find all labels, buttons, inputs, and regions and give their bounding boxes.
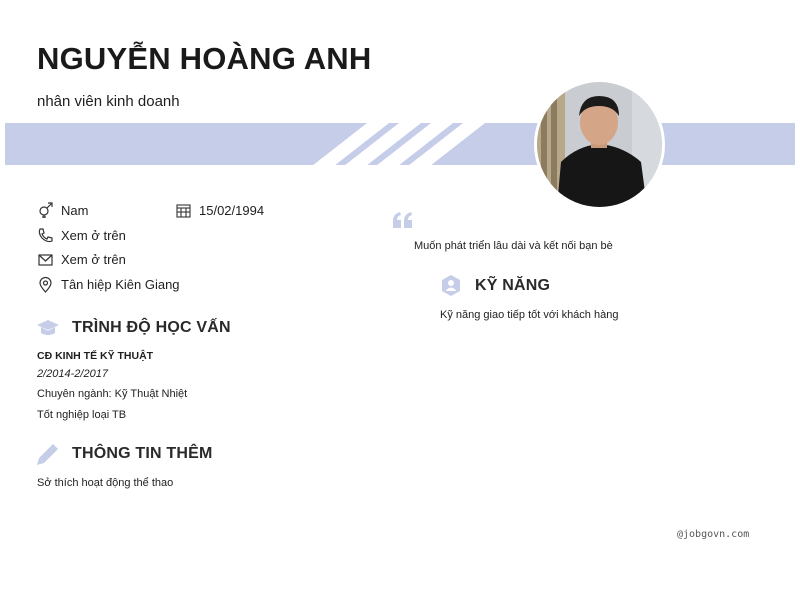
birthday-row: 15/02/1994 (175, 202, 264, 219)
skills-heading: KỸ NĂNG (439, 274, 550, 298)
graduation-cap-icon (36, 316, 60, 340)
watermark: @jobgovn.com (677, 529, 750, 540)
gender-icon (37, 202, 54, 219)
phone-value: Xem ở trên (61, 228, 126, 243)
study-period: 2/2014-2/2017 (37, 368, 108, 380)
quote-icon (393, 212, 413, 228)
job-title: nhân viên kinh doanh (37, 93, 180, 110)
skill-item: Kỹ năng giao tiếp tốt với khách hàng (440, 309, 619, 321)
header-band (5, 123, 795, 165)
skills-badge-icon (439, 274, 463, 298)
address-row: Tân hiệp Kiên Giang (37, 276, 180, 293)
education-heading-text: TRÌNH ĐỘ HỌC VẤN (72, 319, 231, 336)
phone-icon (37, 227, 54, 244)
gender-value: Nam (61, 203, 89, 218)
additional-heading: THÔNG TIN THÊM (36, 442, 213, 466)
email-icon (37, 251, 54, 268)
candidate-name: NGUYỄN HOÀNG ANH (37, 41, 372, 76)
email-value: Xem ở trên (61, 252, 126, 267)
email-row: Xem ở trên (37, 251, 126, 268)
hobbies: Sở thích hoạt động thể thao (37, 477, 174, 489)
phone-row: Xem ở trên (37, 227, 126, 244)
graduation-grade: Tốt nghiệp loại TB (37, 409, 127, 421)
calendar-icon (175, 202, 192, 219)
additional-heading-text: THÔNG TIN THÊM (72, 445, 213, 462)
pencil-icon (36, 442, 60, 466)
location-icon (37, 276, 54, 293)
skills-heading-text: KỸ NĂNG (475, 277, 551, 294)
birthday-value: 15/02/1994 (199, 203, 265, 218)
school-name: CĐ KINH TẾ KỸ THUẬT (37, 350, 154, 362)
career-objective: Muốn phát triển lâu dài và kết nối bạn b… (414, 240, 613, 252)
major: Chuyên ngành: Kỹ Thuật Nhiệt (37, 388, 188, 400)
profile-photo (537, 82, 662, 207)
gender-row: Nam (37, 202, 88, 219)
address-value: Tân hiệp Kiên Giang (61, 277, 180, 292)
education-heading: TRÌNH ĐỘ HỌC VẤN (36, 316, 231, 340)
